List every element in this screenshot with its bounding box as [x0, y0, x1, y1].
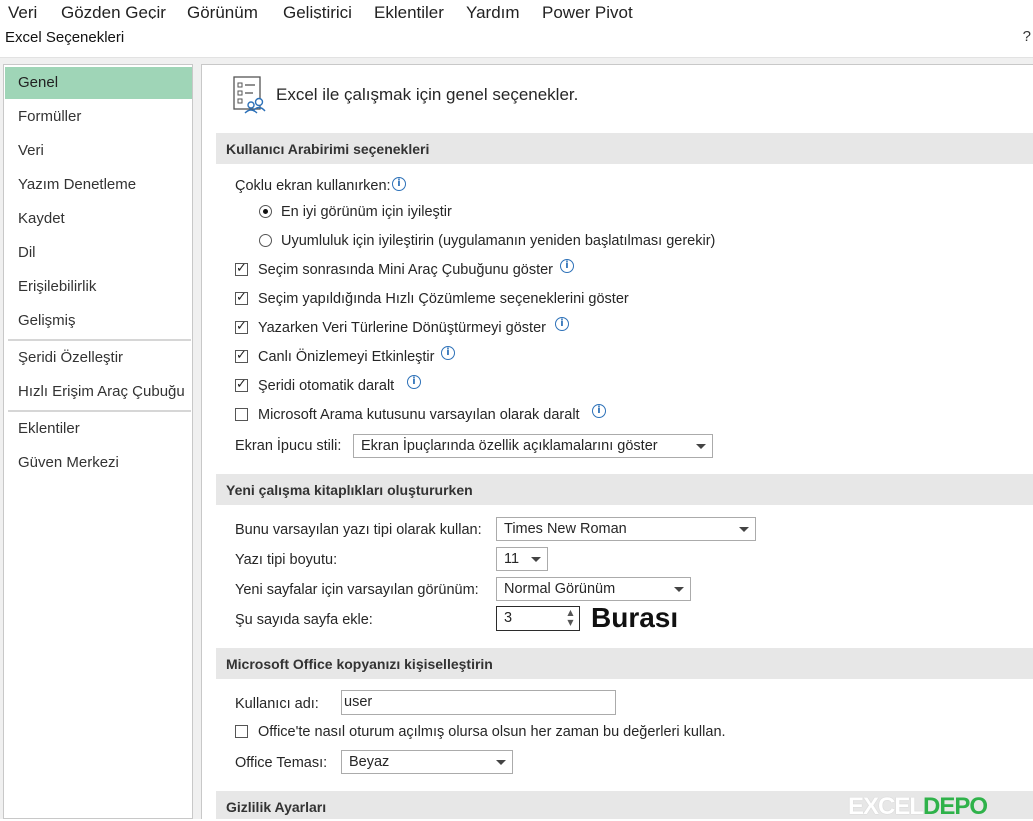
section-header-ui: Kullanıcı Arabirimi seçenekleri: [216, 133, 1033, 164]
checkbox-quick-analysis[interactable]: [235, 290, 248, 305]
sidebar-item-guven-merkezi[interactable]: Güven Merkezi: [5, 447, 192, 479]
office-theme-dropdown[interactable]: Beyaz: [341, 750, 513, 774]
sidebar-item-formuller[interactable]: Formüller: [5, 101, 192, 133]
menu-veri[interactable]: Veri: [8, 3, 37, 19]
sheet-count-stepper[interactable]: 3 ▲ ▼: [496, 606, 580, 631]
chevron-down-icon: [696, 444, 706, 449]
default-view-dropdown[interactable]: Normal Görünüm: [496, 577, 691, 601]
menu-gelistirici[interactable]: Geliştirici: [283, 3, 352, 19]
office-theme-label: Office Teması:: [235, 755, 328, 771]
menu-gorunum[interactable]: Görünüm: [187, 3, 258, 19]
annotation-label: Burası: [591, 602, 679, 633]
checkbox-search-box-label[interactable]: Microsoft Arama kutusunu varsayılan olar…: [258, 407, 580, 423]
checkbox-live-preview[interactable]: [235, 348, 248, 363]
menu-eklentiler[interactable]: Eklentiler: [374, 3, 444, 19]
section-title: Yeni çalışma kitaplıkları oluştururken: [226, 482, 473, 498]
menu-power-pivot[interactable]: Power Pivot: [542, 3, 633, 19]
radio-compatibility-label[interactable]: Uyumluluk için iyileştirin (uygulamanın …: [281, 233, 715, 249]
checkbox-quick-analysis-label[interactable]: Seçim yapıldığında Hızlı Çözümleme seçen…: [258, 291, 629, 307]
info-icon[interactable]: i: [441, 346, 455, 360]
default-font-label: Bunu varsayılan yazı tipi olarak kullan:: [235, 522, 482, 538]
watermark-logo: EXCELDEPO: [848, 793, 988, 821]
sidebar-item-hizli-erisim[interactable]: Hızlı Erişim Araç Çubuğu: [5, 376, 192, 408]
info-icon[interactable]: i: [592, 404, 606, 418]
radio-best-appearance[interactable]: [259, 205, 272, 218]
watermark-part-a: EXCEL: [848, 793, 924, 820]
screentip-label: Ekran İpucu stili:: [235, 438, 342, 454]
sidebar-item-dil[interactable]: Dil: [5, 237, 192, 269]
info-icon[interactable]: i: [392, 177, 406, 191]
checkbox-data-types[interactable]: [235, 319, 248, 334]
checkbox-mini-toolbar[interactable]: [235, 261, 248, 276]
default-view-value: Normal Görünüm: [504, 581, 616, 597]
checkbox-always-use[interactable]: [235, 725, 248, 738]
general-options-icon: [233, 76, 266, 114]
default-font-dropdown[interactable]: Times New Roman: [496, 517, 756, 541]
menu-gozden-gecir[interactable]: Gözden Geçir: [61, 3, 166, 19]
checkbox-always-use-label[interactable]: Office'te nasıl oturum açılmış olursa ol…: [258, 724, 726, 740]
help-button[interactable]: ?: [1023, 28, 1031, 45]
chevron-down-icon: [496, 760, 506, 765]
info-icon[interactable]: i: [555, 317, 569, 331]
sidebar-item-kaydet[interactable]: Kaydet: [5, 203, 192, 235]
sheet-count-value: 3: [504, 610, 513, 626]
default-view-label: Yeni sayfalar için varsayılan görünüm:: [235, 582, 479, 598]
chevron-down-icon: [739, 527, 749, 532]
sidebar-item-eklentiler[interactable]: Eklentiler: [5, 413, 192, 445]
checkbox-mini-toolbar-label[interactable]: Seçim sonrasında Mini Araç Çubuğunu göst…: [258, 262, 553, 278]
section-title: Gizlilik Ayarları: [226, 799, 327, 815]
sidebar-item-gelismis[interactable]: Gelişmiş: [5, 305, 192, 337]
multi-screen-label: Çoklu ekran kullanırken:: [235, 178, 391, 194]
sidebar-item-seridi-ozellestir[interactable]: Şeridi Özelleştir: [5, 342, 192, 374]
ribbon-menu: Veri Gözden Geçir Görünüm Geliştirici Ek…: [0, 0, 1033, 19]
dialog-title: Excel Seçenekleri: [5, 29, 125, 46]
default-font-value: Times New Roman: [504, 521, 627, 537]
office-theme-value: Beyaz: [349, 754, 390, 770]
username-label: Kullanıcı adı:: [235, 696, 319, 712]
sidebar-divider: [8, 410, 191, 412]
chevron-up-icon[interactable]: ▲: [566, 609, 575, 617]
page-title: Excel ile çalışmak için genel seçenekler…: [276, 85, 579, 104]
sidebar-item-yazim-denetleme[interactable]: Yazım Denetleme: [5, 169, 192, 201]
screentip-value: Ekran İpuçlarında özellik açıklamalarını…: [361, 438, 658, 454]
sidebar-item-veri[interactable]: Veri: [5, 135, 192, 167]
username-input[interactable]: user: [341, 690, 616, 715]
checkbox-search-box[interactable]: [235, 408, 248, 421]
font-size-dropdown[interactable]: 11: [496, 547, 548, 571]
sidebar-item-genel[interactable]: Genel: [5, 67, 192, 99]
checkbox-collapse-ribbon[interactable]: [235, 377, 248, 392]
radio-compatibility[interactable]: [259, 234, 272, 247]
section-header-new-workbooks: Yeni çalışma kitaplıkları oluştururken: [216, 474, 1033, 505]
sidebar-item-erisilebilirlik[interactable]: Erişilebilirlik: [5, 271, 192, 303]
watermark-part-b: DEPO: [923, 793, 988, 820]
checkbox-live-preview-label[interactable]: Canlı Önizlemeyi Etkinleştir: [258, 349, 434, 365]
section-header-personalize: Microsoft Office kopyanızı kişiselleştir…: [216, 648, 1033, 679]
radio-best-appearance-label[interactable]: En iyi görünüm için iyileştir: [281, 204, 452, 220]
font-size-value: 11: [504, 551, 520, 567]
options-main-panel: Excel ile çalışmak için genel seçenekler…: [201, 64, 1033, 819]
checkbox-data-types-label[interactable]: Yazarken Veri Türlerine Dönüştürmeyi gös…: [258, 320, 546, 336]
chevron-down-icon[interactable]: ▼: [566, 619, 575, 627]
sheet-count-label: Şu sayıda sayfa ekle:: [235, 612, 373, 628]
options-sidebar: Genel Formüller Veri Yazım Denetleme Kay…: [3, 64, 193, 819]
dialog-titlebar: Excel Seçenekleri ?: [0, 19, 1033, 58]
checkbox-collapse-ribbon-label[interactable]: Şeridi otomatik daralt: [258, 378, 394, 394]
chevron-down-icon: [674, 587, 684, 592]
sidebar-divider: [8, 339, 191, 341]
section-title: Microsoft Office kopyanızı kişiselleştir…: [226, 656, 493, 672]
font-size-label: Yazı tipi boyutu:: [235, 552, 338, 568]
info-icon[interactable]: i: [407, 375, 421, 389]
chevron-down-icon: [531, 557, 541, 562]
screentip-dropdown[interactable]: Ekran İpuçlarında özellik açıklamalarını…: [353, 434, 713, 458]
section-title: Kullanıcı Arabirimi seçenekleri: [226, 141, 430, 157]
menu-yardim[interactable]: Yardım: [466, 3, 520, 19]
info-icon[interactable]: i: [560, 259, 574, 273]
